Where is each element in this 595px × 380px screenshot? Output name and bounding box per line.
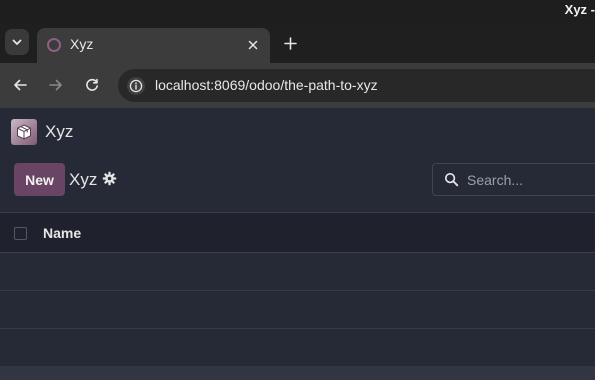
new-button[interactable]: New <box>14 163 65 196</box>
breadcrumb: Xyz <box>69 170 98 189</box>
forward-button[interactable] <box>46 75 66 95</box>
search-box[interactable] <box>432 163 595 196</box>
tab-close-button[interactable] <box>245 37 261 53</box>
reload-button[interactable] <box>82 75 102 95</box>
list-footer <box>0 366 595 380</box>
plus-icon <box>283 36 297 50</box>
app-name[interactable]: Xyz <box>45 122 73 142</box>
tab-xyz[interactable]: Xyz <box>37 28 270 63</box>
tab-list-button[interactable] <box>5 29 29 55</box>
list-row <box>0 329 595 367</box>
app-navbar: Xyz <box>0 108 595 155</box>
address-bar[interactable]: localhost:8069/odoo/the-path-to-xyz <box>118 69 595 102</box>
cube-icon <box>17 124 31 140</box>
back-button[interactable] <box>10 75 30 95</box>
odoo-favicon-icon <box>47 38 61 52</box>
list-row <box>0 291 595 329</box>
arrow-right-icon <box>49 79 62 91</box>
control-panel: New Xyz <box>0 155 595 212</box>
url-text: localhost:8069/odoo/the-path-to-xyz <box>155 77 378 93</box>
column-header-name[interactable]: Name <box>43 225 81 241</box>
gear-icon[interactable] <box>102 171 117 186</box>
browser-navbar: localhost:8069/odoo/the-path-to-xyz <box>0 63 595 108</box>
close-icon <box>248 40 258 50</box>
app-box-icon[interactable] <box>11 119 37 145</box>
site-info-button[interactable] <box>127 77 145 95</box>
reload-icon <box>86 78 98 91</box>
arrow-left-icon <box>14 79 27 91</box>
search-input[interactable] <box>465 169 595 191</box>
window-title: Xyz - <box>564 2 595 17</box>
list-row <box>0 253 595 291</box>
search-icon <box>444 172 459 187</box>
browser-tabstrip: Xyz <box>0 22 595 63</box>
window-titlebar: Xyz - <box>0 0 595 22</box>
select-all-checkbox[interactable] <box>14 227 27 240</box>
list-header: Name <box>0 212 595 253</box>
info-icon <box>129 79 143 93</box>
new-tab-button[interactable] <box>279 32 301 54</box>
chevron-down-icon <box>12 39 22 45</box>
tab-title: Xyz <box>70 36 94 52</box>
